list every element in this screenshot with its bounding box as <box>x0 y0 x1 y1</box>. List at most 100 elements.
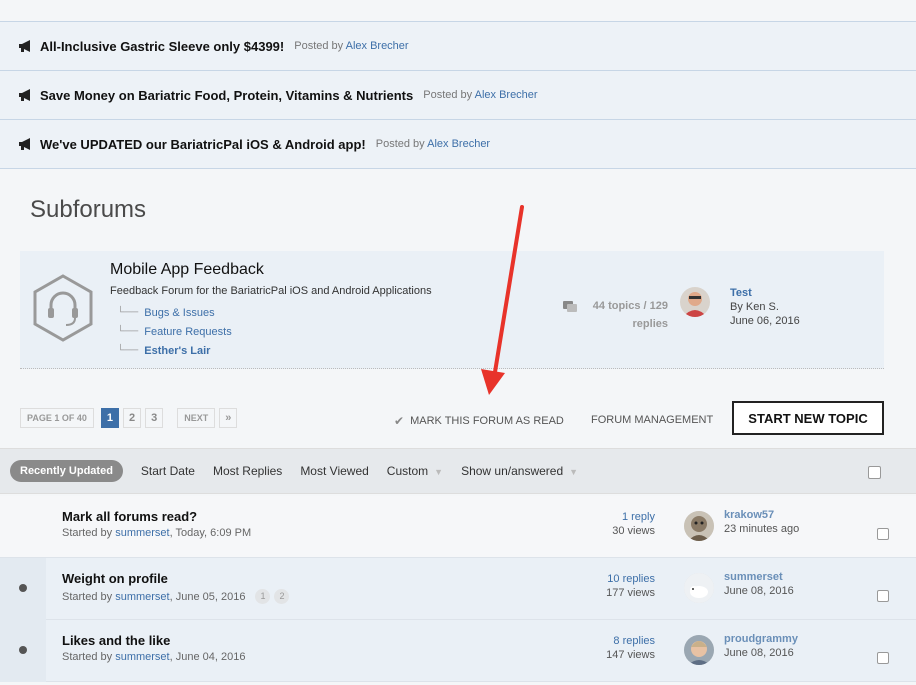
tree-connector-icon: └── <box>117 307 139 318</box>
subforum-card: Mobile App Feedback Feedback Forum for t… <box>20 251 884 369</box>
mark-forum-read-button[interactable]: ✔ MARK THIS FORUM AS READ <box>394 414 564 428</box>
topic-author[interactable]: summerset <box>115 591 169 603</box>
filter-show-unanswered[interactable]: Show un/answered ▼ <box>461 464 578 478</box>
topic-page-link-2[interactable]: 2 <box>274 589 290 604</box>
user-photo-icon <box>684 511 714 541</box>
subforums-heading: Subforums <box>30 196 147 223</box>
announcement-row[interactable]: All-Inclusive Gastric Sleeve only $4399!… <box>0 22 916 71</box>
topic-author[interactable]: summerset <box>115 527 169 539</box>
page-link-2[interactable]: 2 <box>122 408 142 428</box>
filter-recently-updated[interactable]: Recently Updated <box>10 460 123 482</box>
last-post-time: 23 minutes ago <box>724 523 800 535</box>
megaphone-icon <box>19 40 30 52</box>
posted-by-label: Posted by <box>375 138 425 150</box>
avatar[interactable] <box>680 287 710 317</box>
stats-replies: replies <box>632 318 668 330</box>
select-all-checkbox[interactable] <box>868 466 881 479</box>
last-post-time: June 08, 2016 <box>724 585 794 597</box>
subforum-description: Feedback Forum for the BariatricPal iOS … <box>110 285 432 297</box>
unread-dot-icon[interactable] <box>19 584 27 592</box>
last-poster-name[interactable]: krakow57 <box>724 509 774 521</box>
topic-replies[interactable]: 1 reply <box>560 511 655 523</box>
topic-replies[interactable]: 8 replies <box>560 635 655 647</box>
announcement-row[interactable]: Save Money on Bariatric Food, Protein, V… <box>0 71 916 120</box>
child-forum-item[interactable]: └── Esther's Lair <box>117 341 232 360</box>
topic-title[interactable]: Mark all forums read? <box>62 509 197 524</box>
table-row[interactable]: Likes and the like Started by summerset,… <box>0 620 916 682</box>
topic-views: 147 views <box>606 649 655 661</box>
topic-page-link-1[interactable]: 1 <box>255 589 271 604</box>
last-post-author: By Ken S. <box>730 301 779 313</box>
pagination: PAGE 1 OF 40 1 2 3 NEXT » <box>20 408 238 428</box>
last-poster-name[interactable]: proudgrammy <box>724 633 798 645</box>
announcement-author[interactable]: Alex Brecher <box>346 40 409 52</box>
topic-date: , June 05, 2016 <box>169 590 246 603</box>
row-checkbox[interactable] <box>877 652 889 664</box>
filter-custom[interactable]: Custom ▼ <box>387 464 443 478</box>
topic-date: , Today, 6:09 PM <box>169 527 252 539</box>
last-poster-name[interactable]: summerset <box>724 571 783 583</box>
table-row[interactable]: Weight on profile Started by summerset, … <box>0 558 916 620</box>
child-forum-item[interactable]: └── Feature Requests <box>117 322 232 341</box>
top-strip <box>0 0 916 22</box>
checkmark-icon: ✔ <box>394 414 405 428</box>
announcement-author[interactable]: Alex Brecher <box>475 89 538 101</box>
posted-by-label: Posted by <box>294 40 344 52</box>
announcement-meta: Posted by Alex Brecher <box>294 40 408 52</box>
filter-custom-label: Custom <box>386 464 429 478</box>
announcement-author[interactable]: Alex Brecher <box>427 138 490 150</box>
next-page-button[interactable]: NEXT <box>177 408 216 428</box>
avatar[interactable] <box>684 573 714 603</box>
avatar[interactable] <box>684 511 714 541</box>
topic-views: 177 views <box>606 587 655 599</box>
announcement-row[interactable]: We've UPDATED our BariatricPal iOS & And… <box>0 120 916 169</box>
table-row[interactable]: Mark all forums read? Started by summers… <box>0 496 916 558</box>
topic-meta: Started by summerset, June 05, 2016 1 2 <box>62 589 293 604</box>
filter-start-date[interactable]: Start Date <box>141 464 195 478</box>
topic-title[interactable]: Likes and the like <box>62 633 170 648</box>
user-photo-icon <box>680 287 710 317</box>
topic-author[interactable]: summerset <box>115 651 169 663</box>
avatar[interactable] <box>684 635 714 665</box>
child-forum-link[interactable]: Bugs & Issues <box>144 307 214 319</box>
child-forum-link[interactable]: Feature Requests <box>144 326 231 338</box>
topic-title[interactable]: Weight on profile <box>62 571 168 586</box>
announcement-title[interactable]: Save Money on Bariatric Food, Protein, V… <box>40 88 413 103</box>
forum-management-link[interactable]: FORUM MANAGEMENT <box>591 414 713 426</box>
subforum-stats: 44 topics / 129 replies <box>564 297 668 333</box>
posted-by-label: Posted by <box>423 89 473 101</box>
row-checkbox[interactable] <box>877 528 889 540</box>
start-new-topic-button[interactable]: START NEW TOPIC <box>732 401 884 435</box>
topic-date: , June 04, 2016 <box>169 651 246 663</box>
page-info[interactable]: PAGE 1 OF 40 <box>20 408 94 428</box>
child-forum-link[interactable]: Esther's Lair <box>144 345 210 357</box>
unread-indicator-column <box>0 620 46 682</box>
user-photo-icon <box>684 635 714 665</box>
tree-connector-icon: └── <box>117 326 139 337</box>
row-checkbox[interactable] <box>877 590 889 602</box>
filter-most-replies[interactable]: Most Replies <box>213 464 282 478</box>
topic-views: 30 views <box>612 525 655 537</box>
last-post-time: June 08, 2016 <box>724 647 794 659</box>
subforum-name[interactable]: Mobile App Feedback <box>110 261 264 279</box>
chevron-down-icon: ▼ <box>569 467 579 477</box>
announcement-title[interactable]: We've UPDATED our BariatricPal iOS & And… <box>40 137 366 152</box>
stats-counts: 44 topics / 129 <box>592 300 668 312</box>
topic-replies[interactable]: 10 replies <box>560 573 655 585</box>
megaphone-icon <box>19 89 30 101</box>
child-forum-item[interactable]: └── Bugs & Issues <box>117 303 232 322</box>
last-page-button[interactable]: » <box>219 408 238 428</box>
announcement-meta: Posted by Alex Brecher <box>376 138 490 150</box>
filter-most-viewed[interactable]: Most Viewed <box>300 464 368 478</box>
started-by-label: Started by <box>62 590 113 603</box>
page-link-3[interactable]: 3 <box>145 408 164 428</box>
megaphone-icon <box>19 138 30 150</box>
headset-hexagon-icon <box>33 274 93 342</box>
last-post-title[interactable]: Test <box>730 287 752 299</box>
unread-indicator-column <box>0 558 46 620</box>
announcement-title[interactable]: All-Inclusive Gastric Sleeve only $4399! <box>40 39 284 54</box>
page-link-1[interactable]: 1 <box>100 408 119 428</box>
started-by-label: Started by <box>62 527 113 539</box>
filter-unanswered-label: Show un/answered <box>461 464 564 478</box>
unread-dot-icon[interactable] <box>19 646 27 654</box>
